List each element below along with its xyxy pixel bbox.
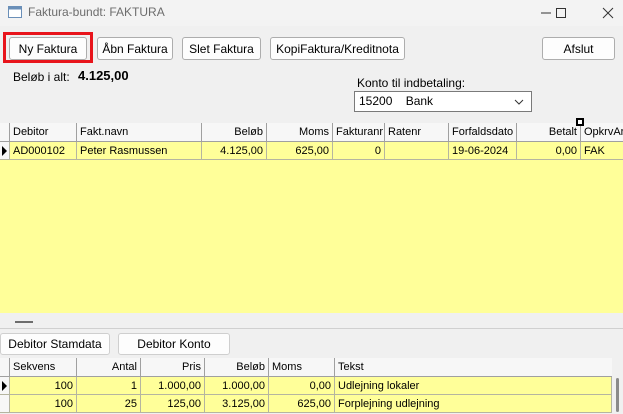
- table-row[interactable]: 100 1 1.000,00 1.000,00 0,00 Udlejning l…: [0, 377, 612, 395]
- debtor-account-button[interactable]: Debitor Konto: [118, 333, 230, 355]
- splitter-grip-icon: [15, 321, 33, 323]
- column-header[interactable]: Debitor: [10, 123, 77, 141]
- close-icon[interactable]: [593, 0, 623, 26]
- scrollbar-thumb[interactable]: [616, 378, 619, 412]
- cell-price[interactable]: 1.000,00: [141, 377, 205, 395]
- close-button[interactable]: Afslut: [542, 37, 615, 60]
- chevron-down-icon: [513, 93, 525, 111]
- open-invoice-button[interactable]: Åbn Faktura: [97, 37, 173, 60]
- cell-debtor[interactable]: AD000102: [10, 142, 77, 160]
- total-label: Beløb i alt:: [13, 70, 70, 84]
- column-header[interactable]: Pris: [141, 358, 205, 376]
- cell-invoice-name[interactable]: Peter Rasmussen: [77, 142, 202, 160]
- column-header[interactable]: Antal: [77, 358, 141, 376]
- cell-text[interactable]: Forplejning udlejning: [335, 395, 612, 413]
- window-title: Faktura-bundt: FAKTURA: [28, 5, 165, 19]
- column-header[interactable]: Moms: [269, 358, 335, 376]
- payment-account-label: Konto til indbetaling:: [357, 76, 466, 90]
- cell-vat[interactable]: 625,00: [269, 395, 335, 413]
- copy-credit-note-button[interactable]: KopiFaktura/Kreditnota: [270, 37, 405, 60]
- cell-quantity[interactable]: 1: [77, 377, 141, 395]
- table-row[interactable]: 100 25 125,00 3.125,00 625,00 Forplejnin…: [0, 395, 612, 413]
- cell-paid[interactable]: 0,00: [517, 142, 581, 160]
- column-header[interactable]: Moms: [267, 123, 333, 141]
- row-selector-header: [0, 358, 10, 376]
- debtor-master-button[interactable]: Debitor Stamdata: [0, 333, 110, 355]
- row-pointer-icon: [0, 377, 10, 395]
- column-header[interactable]: Beløb: [205, 358, 269, 376]
- column-header[interactable]: Forfaldsdato: [449, 123, 517, 141]
- cell-amount[interactable]: 3.125,00: [205, 395, 269, 413]
- row-selector-header: [0, 123, 10, 141]
- cell-amount[interactable]: 1.000,00: [205, 377, 269, 395]
- column-header[interactable]: Fakturanr: [333, 123, 385, 141]
- cell-collection-type[interactable]: FAK: [581, 142, 623, 160]
- cell-amount[interactable]: 4.125,00: [202, 142, 267, 160]
- column-header[interactable]: Beløb: [202, 123, 267, 141]
- delete-invoice-button[interactable]: Slet Faktura: [182, 37, 261, 60]
- column-header[interactable]: Ratenr: [385, 123, 449, 141]
- cell-sequence[interactable]: 100: [10, 395, 77, 413]
- cell-due-date[interactable]: 19-06-2024: [449, 142, 517, 160]
- vertical-scrollbar[interactable]: [612, 358, 623, 414]
- row-pointer-icon: [0, 142, 10, 160]
- column-resize-handle-icon[interactable]: [576, 118, 584, 126]
- column-header[interactable]: Sekvens: [10, 358, 77, 376]
- maximize-icon[interactable]: [546, 0, 576, 26]
- column-header[interactable]: Tekst: [335, 358, 612, 376]
- table-row[interactable]: AD000102 Peter Rasmussen 4.125,00 625,00…: [0, 142, 623, 160]
- cell-price[interactable]: 125,00: [141, 395, 205, 413]
- cell-installment[interactable]: [385, 142, 449, 160]
- cell-text[interactable]: Udlejning lokaler: [335, 377, 612, 395]
- app-icon: [8, 6, 22, 18]
- payment-account-value: 15200 Bank: [359, 94, 434, 108]
- divider: [0, 328, 623, 329]
- column-header[interactable]: Fakt.navn: [77, 123, 202, 141]
- cell-vat[interactable]: 0,00: [269, 377, 335, 395]
- lines-grid-header: Sekvens Antal Pris Beløb Moms Tekst: [0, 358, 612, 377]
- invoice-grid-header: Debitor Fakt.navn Beløb Moms Fakturanr R…: [0, 123, 623, 142]
- new-invoice-button[interactable]: Ny Faktura: [9, 37, 87, 60]
- cell-invoice-number[interactable]: 0: [333, 142, 385, 160]
- total-value: 4.125,00: [78, 68, 129, 83]
- cell-sequence[interactable]: 100: [10, 377, 77, 395]
- cell-vat[interactable]: 625,00: [267, 142, 333, 160]
- row-selector[interactable]: [0, 395, 10, 413]
- payment-account-select[interactable]: 15200 Bank: [354, 91, 532, 112]
- column-header[interactable]: Betalt: [517, 123, 581, 141]
- column-header[interactable]: OpkrvAr: [581, 123, 623, 141]
- cell-quantity[interactable]: 25: [77, 395, 141, 413]
